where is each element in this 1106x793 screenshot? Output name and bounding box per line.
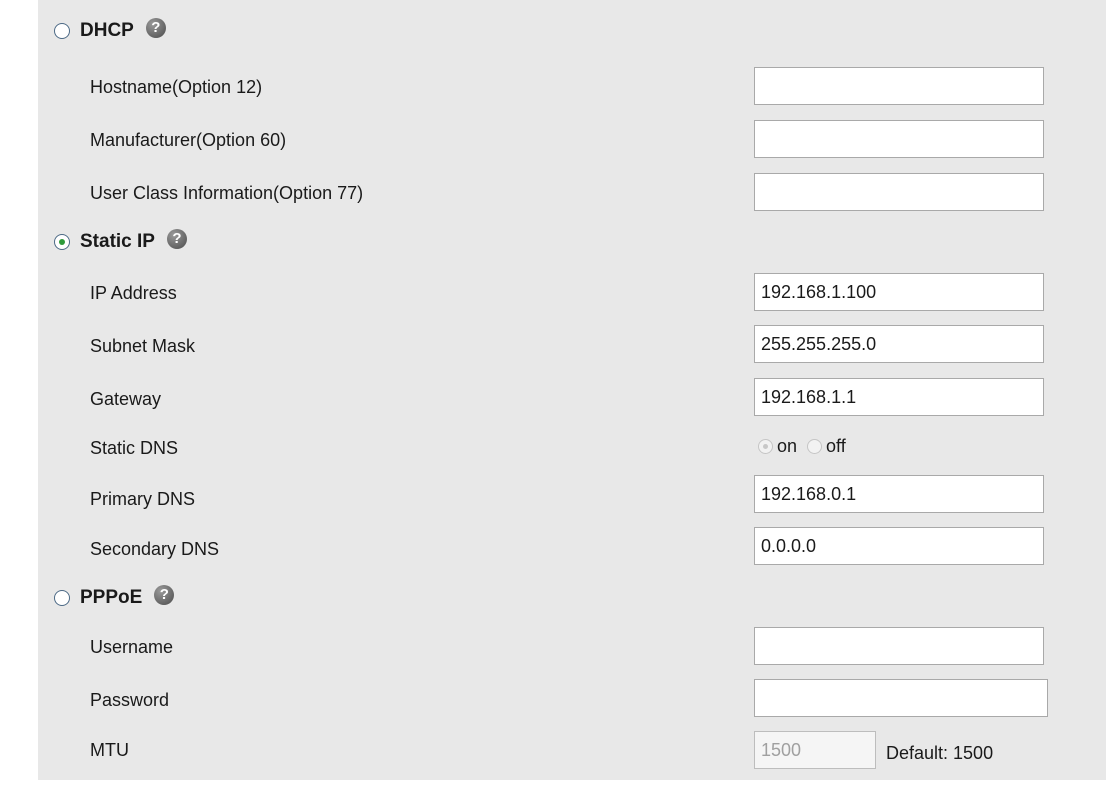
question-circle-icon[interactable]: ? bbox=[145, 18, 166, 38]
static-dns-label: Static DNS bbox=[90, 438, 179, 458]
static-ip-section-header: Static IP ? bbox=[54, 229, 187, 255]
hostname-label: Hostname(Option 12) bbox=[90, 77, 263, 97]
mtu-input[interactable] bbox=[754, 731, 876, 769]
dhcp-title: DHCP bbox=[80, 20, 134, 41]
static-dns-off-label: off bbox=[826, 436, 846, 456]
ip-address-label: IP Address bbox=[90, 283, 177, 303]
user-class-label: User Class Information(Option 77) bbox=[90, 183, 364, 203]
primary-dns-label: Primary DNS bbox=[90, 489, 196, 509]
pppoe-radio[interactable] bbox=[54, 590, 70, 606]
static-dns-on-label: on bbox=[777, 436, 798, 456]
hostname-input[interactable] bbox=[754, 67, 1044, 105]
subnet-mask-label: Subnet Mask bbox=[90, 336, 196, 356]
pppoe-title: PPPoE bbox=[80, 587, 143, 608]
dhcp-section-header: DHCP ? bbox=[54, 18, 166, 44]
secondary-dns-input[interactable] bbox=[754, 527, 1044, 565]
dhcp-radio[interactable] bbox=[54, 23, 70, 39]
static-ip-radio[interactable] bbox=[54, 234, 70, 250]
gateway-label: Gateway bbox=[90, 389, 162, 409]
password-input[interactable] bbox=[754, 679, 1048, 717]
static-dns-toggle: on off bbox=[758, 436, 856, 457]
network-settings-panel: DHCP ? Hostname(Option 12) Manufacturer(… bbox=[38, 0, 1106, 780]
username-input[interactable] bbox=[754, 627, 1044, 665]
static-dns-on-radio[interactable] bbox=[758, 439, 773, 454]
question-circle-icon[interactable]: ? bbox=[154, 585, 175, 605]
static-dns-off-radio[interactable] bbox=[807, 439, 823, 454]
user-class-input[interactable] bbox=[754, 173, 1044, 211]
primary-dns-input[interactable] bbox=[754, 475, 1044, 513]
gateway-input[interactable] bbox=[754, 378, 1044, 416]
password-label: Password bbox=[90, 690, 170, 710]
pppoe-section-header: PPPoE ? bbox=[54, 585, 175, 611]
manufacturer-input[interactable] bbox=[754, 120, 1044, 158]
mtu-label: MTU bbox=[90, 740, 129, 760]
mtu-default-text: Default: 1500 bbox=[886, 743, 994, 763]
subnet-mask-input[interactable] bbox=[754, 325, 1044, 363]
question-circle-icon[interactable]: ? bbox=[166, 229, 187, 249]
username-label: Username bbox=[90, 637, 174, 657]
static-ip-title: Static IP bbox=[80, 231, 155, 252]
ip-address-input[interactable] bbox=[754, 273, 1044, 311]
manufacturer-label: Manufacturer(Option 60) bbox=[90, 130, 287, 150]
secondary-dns-label: Secondary DNS bbox=[90, 539, 220, 559]
